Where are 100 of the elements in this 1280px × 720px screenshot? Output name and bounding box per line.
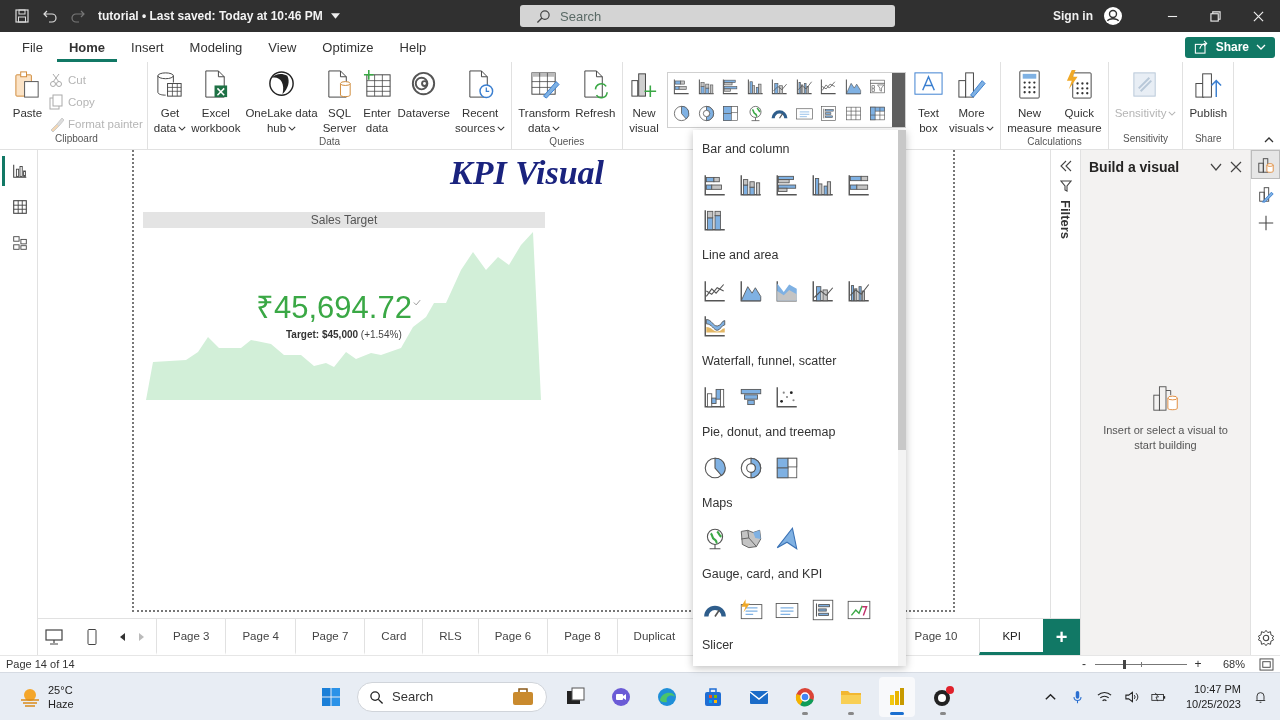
chevron-down-icon <box>552 126 561 132</box>
bar-chart-icon <box>11 162 29 180</box>
page-tab[interactable]: KPI <box>979 619 1043 655</box>
group-label: Data <box>317 136 342 149</box>
visual-title: Sales Target <box>143 212 545 228</box>
search-field[interactable]: Search <box>357 681 547 712</box>
ribbon-button[interactable]: Quick measure <box>1054 66 1104 136</box>
group-label: Sensitivity <box>1122 133 1170 146</box>
ribbon-button[interactable]: New visual <box>626 66 662 136</box>
scroll-thumb[interactable] <box>898 130 906 450</box>
ribbon-tab[interactable]: Help <box>387 32 439 62</box>
report-title: KPI Visual <box>450 154 604 192</box>
page-tab[interactable]: Page 6 <box>477 619 548 655</box>
scrollbar[interactable] <box>892 73 905 127</box>
ribbon-button[interactable]: Get data <box>151 66 189 136</box>
scrollbar[interactable] <box>898 130 906 666</box>
section-heading: Bar and column <box>702 141 791 158</box>
clock-date[interactable]: 10/25/2023 <box>1185 696 1241 712</box>
ribbon-button[interactable]: Publish <box>1187 66 1230 121</box>
page-tab[interactable]: Page 3 <box>156 619 226 655</box>
paintbrush-chart-icon <box>1256 184 1275 203</box>
ribbon-button[interactable]: Text box <box>911 66 946 136</box>
ribbon-button[interactable]: Recent sources <box>452 66 508 136</box>
page-tab[interactable]: Card <box>364 619 423 655</box>
ribbon-button[interactable]: Refresh <box>573 66 618 121</box>
ribbon-tab[interactable]: File <box>10 32 55 62</box>
pane-button[interactable] <box>1251 150 1280 179</box>
page-tab[interactable]: RLS <box>422 619 478 655</box>
fit-to-page-icon[interactable] <box>1259 657 1274 671</box>
ribbon-button[interactable]: Paste <box>10 66 45 121</box>
ribbon-button[interactable]: New measure <box>1005 66 1054 136</box>
copy-icon <box>48 94 64 110</box>
share-button[interactable]: Share <box>1184 36 1275 58</box>
columns-pencil-icon <box>956 69 988 100</box>
ribbon-tab[interactable]: Insert <box>119 32 176 62</box>
page-count: Page 14 of 14 <box>6 658 75 670</box>
restore-icon[interactable] <box>1210 10 1221 22</box>
ribbon-button[interactable]: Dataverse <box>395 66 452 121</box>
undo-icon[interactable] <box>42 8 58 24</box>
filter-icon <box>1059 180 1072 192</box>
ribbon-button[interactable]: SQL Server <box>320 66 359 136</box>
ribbon-tab[interactable]: Modeling <box>177 32 255 62</box>
desktop-icon[interactable] <box>44 629 64 645</box>
sign-in-link[interactable]: Sign in <box>1053 9 1093 23</box>
chevron-down-icon[interactable] <box>1210 161 1222 173</box>
wifi-icon[interactable] <box>1096 689 1112 704</box>
table-icon <box>11 198 29 216</box>
page-tab[interactable]: Page 8 <box>547 619 617 655</box>
search-icon <box>369 689 384 705</box>
avatar-icon[interactable] <box>1103 6 1123 26</box>
section-heading: Maps <box>702 495 734 512</box>
weather-condition: Haze <box>48 696 74 711</box>
section-heading: Gauge, card, and KPI <box>702 566 824 583</box>
chevron-down-icon <box>986 126 995 132</box>
speaker-icon[interactable] <box>1123 689 1139 704</box>
slider-thumb[interactable] <box>1123 659 1127 669</box>
zoom-in-button[interactable]: + <box>1192 657 1203 671</box>
ribbon-tab[interactable]: Home <box>56 32 118 62</box>
group-label: Clipboard <box>54 133 99 146</box>
notification-icon[interactable] <box>1253 689 1268 704</box>
document-title[interactable]: tutorial • Last saved: Today at 10:46 PM <box>98 9 323 23</box>
zoom-out-button[interactable]: - <box>1078 657 1089 671</box>
add-page-button[interactable]: + <box>1043 619 1080 655</box>
clock-time[interactable]: 10:47 PM <box>1193 681 1241 697</box>
running-indicator <box>890 711 904 715</box>
scissors-icon <box>48 72 64 88</box>
chevron-down-icon <box>1256 44 1266 50</box>
temperature: 25°C <box>48 682 74 697</box>
target-text: Target: $45,000 (+1.54%) <box>286 329 402 340</box>
checkmark-icon <box>412 299 421 306</box>
page-tab[interactable]: Duplicat <box>616 619 692 655</box>
previous-icon[interactable] <box>120 633 126 641</box>
section-heading: Line and area <box>702 247 780 264</box>
redo-icon <box>70 8 86 24</box>
close-icon[interactable] <box>1230 161 1242 173</box>
hint-text: Insert or select a visual to start building <box>1102 423 1229 453</box>
ribbon-button[interactable]: More visuals <box>947 66 997 136</box>
save-icon[interactable] <box>14 8 30 24</box>
double-chevron-left-icon[interactable] <box>1059 160 1072 172</box>
ribbon-button[interactable]: Transform data <box>516 66 573 136</box>
share-icon <box>1193 40 1209 54</box>
plus-icon <box>1256 213 1275 232</box>
running-indicator <box>848 711 854 715</box>
ribbon-button[interactable]: Enter data <box>359 66 395 136</box>
page-tab[interactable]: Page 4 <box>225 619 295 655</box>
page-tab[interactable]: Page 7 <box>294 619 365 655</box>
chevron-up-icon[interactable] <box>1264 137 1274 143</box>
zoom-slider[interactable] <box>1094 659 1187 669</box>
table-pencil-icon <box>528 69 560 100</box>
group-label: Queries <box>548 136 586 149</box>
group-label: Share <box>1193 133 1223 146</box>
settings-icon[interactable] <box>1256 629 1275 647</box>
ribbon-tab[interactable]: View <box>256 32 309 62</box>
caret-down-icon[interactable] <box>330 13 340 19</box>
ribbon-button[interactable]: Excel workbook <box>189 66 243 136</box>
search-icon <box>536 9 551 24</box>
ribbon-button[interactable]: OneLake data hub <box>243 66 320 136</box>
filters-label[interactable]: Filters <box>1058 200 1073 239</box>
search-field[interactable]: Search <box>520 5 895 27</box>
ribbon-tab[interactable]: Optimize <box>310 32 386 62</box>
